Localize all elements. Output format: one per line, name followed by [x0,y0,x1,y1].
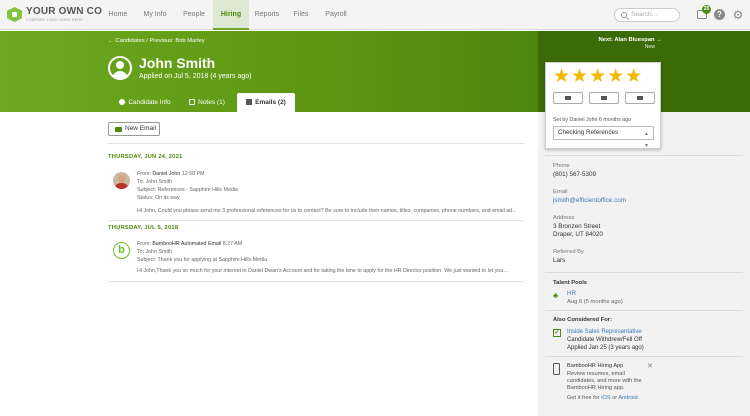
also-job-link[interactable]: Inside Sales Representative [567,328,642,336]
ios-link[interactable]: iOS [601,395,610,401]
email-to: To: John Smith [137,179,173,185]
referred-label: Referred By [553,249,584,255]
checklist-icon: ✓ [553,329,561,337]
address-label: Address [553,215,575,221]
email-meta[interactable]: From: BambooHR Automated Email 8:27 AM T… [137,240,267,264]
logo-title: YOUR OWN CO [26,6,103,17]
phone-label: Phone [553,163,570,169]
app-promo-title: BambooHR Hiring App [567,363,624,369]
nav-my-info[interactable]: My Info [137,0,173,30]
tab-emails-label: Emails (2) [255,99,286,106]
candidate-name: John Smith [139,55,216,71]
applied-date: Applied on Jul 5, 2018 (4 years ago) [139,73,252,80]
company-logo[interactable]: YOUR OWN CO COMPANY LOGO GOES HERE [7,6,102,26]
new-email-button[interactable]: New Email [108,122,160,136]
email-status: Status: On its way [137,195,180,201]
search-placeholder: Search... [631,11,658,18]
settings-button[interactable] [625,92,655,104]
avatar-head [116,61,124,69]
nav-home[interactable]: Home [100,0,136,30]
status-select[interactable]: Checking References ▲ ▼ [553,126,654,149]
date-header: THURSDAY, JUL 5, 2018 [108,225,179,231]
divider [108,220,524,221]
email-meta[interactable]: From: Daniel John 12:58 PM To: John Smit… [137,170,238,202]
email-preview[interactable]: Hi John,Thank you so much for your inter… [137,268,508,274]
email-to: To: John Smith [137,249,173,255]
next-candidate-link[interactable]: Next: Alan Bluespan → [598,37,662,43]
bamboohr-avatar: b [113,242,130,259]
breadcrumb[interactable]: ← Candidates / Previous: Bob Marley [108,38,205,44]
nav-people[interactable]: People [175,0,213,30]
avatar-shirt [114,183,129,189]
comment-icon [565,96,571,100]
gear-icon[interactable]: ⚙ [732,9,744,21]
logo-icon [7,7,22,22]
also-job-status: Candidate Withdrew/Fell Off [567,337,642,343]
divider [108,143,524,144]
tab-emails[interactable]: Emails (2) [237,93,295,112]
email-subject: Subject: References - Sapphire Hills Med… [137,187,238,193]
email-label: Email [553,189,568,195]
nav-hiring[interactable]: Hiring [213,0,249,30]
logo-subtitle: COMPANY LOGO GOES HERE [26,18,83,22]
avatar-face [118,175,125,183]
envelope-icon [246,99,253,105]
app-promo-line2: candidates, and more with the [567,378,642,384]
android-link[interactable]: Android. [618,395,639,401]
referred-value: Lars [553,257,566,264]
talent-pools-label: Talent Pools [553,280,588,286]
phone-value: (801) 567-5309 [553,171,597,178]
tab-candidate-info[interactable]: Candidate Info [112,93,178,112]
help-icon[interactable]: ? [714,9,725,20]
divider [108,281,524,282]
tab-notes-label: Notes (1) [198,99,225,106]
also-job-date: Applied Jan 25 (3 years ago) [567,345,644,351]
date-header: THURSDAY, JUN 24, 2021 [108,154,183,160]
email-link[interactable]: jsmith@efficientoffice.com [553,197,626,205]
rating-set-by: Set by Daniel John 6 months ago [553,117,632,123]
app-promo-line3: BambooHR Hiring app. [567,385,625,391]
also-considered-label: Also Considered For: [553,317,612,323]
envelope-icon [115,127,122,132]
search-icon [621,12,627,18]
gear-icon [637,96,643,100]
nav-payroll[interactable]: Payroll [319,0,353,30]
email-from: From: Daniel John 12:58 PM [137,171,205,177]
talent-pool-link[interactable]: HR [567,290,576,298]
address-line2: Draper, UT 84020 [553,231,603,238]
talent-pool-date: Aug 6 (5 months ago) [567,299,623,305]
mobile-phone-icon [553,363,560,375]
info-icon [119,99,126,105]
new-email-label: New Email [125,125,157,132]
tab-notes[interactable]: Notes (1) [180,93,234,112]
email-preview[interactable]: Hi John, Could you please send me 3 prof… [137,208,517,214]
close-icon[interactable]: ✕ [647,362,653,370]
divider [545,310,743,311]
tab-candidate-info-label: Candidate Info [128,99,171,106]
nav-files[interactable]: Files [287,0,315,30]
email-button[interactable] [589,92,619,104]
next-candidate-status: New [644,44,655,50]
address-line1: 3 Bronzen Street [553,223,601,230]
star-rating[interactable]: ★★★★★ [553,66,643,88]
status-select-value: Checking References [558,129,619,136]
email-subject: Subject: Thank you for applying at Sapph… [137,257,268,263]
inbox-count-badge: 20 [702,5,711,14]
comment-button[interactable] [553,92,583,104]
candidate-avatar [108,56,132,80]
talent-pool-icon: ♣ [553,291,559,300]
app-promo-get: Get it free for iOS or Android. [567,395,640,401]
note-icon [189,99,196,105]
divider [545,155,743,156]
app-promo-line1: Review resumes, email [567,371,625,377]
sender-avatar [113,172,130,189]
top-nav: YOUR OWN CO COMPANY LOGO GOES HERE Home … [0,0,750,30]
email-from: From: BambooHR Automated Email 8:27 AM [137,241,243,247]
divider [545,272,743,273]
divider [545,356,743,357]
chevron-updown-icon: ▲ ▼ [644,131,649,149]
nav-reports[interactable]: Reports [250,0,284,30]
envelope-icon [601,96,607,100]
search-input[interactable]: Search... [614,8,680,22]
